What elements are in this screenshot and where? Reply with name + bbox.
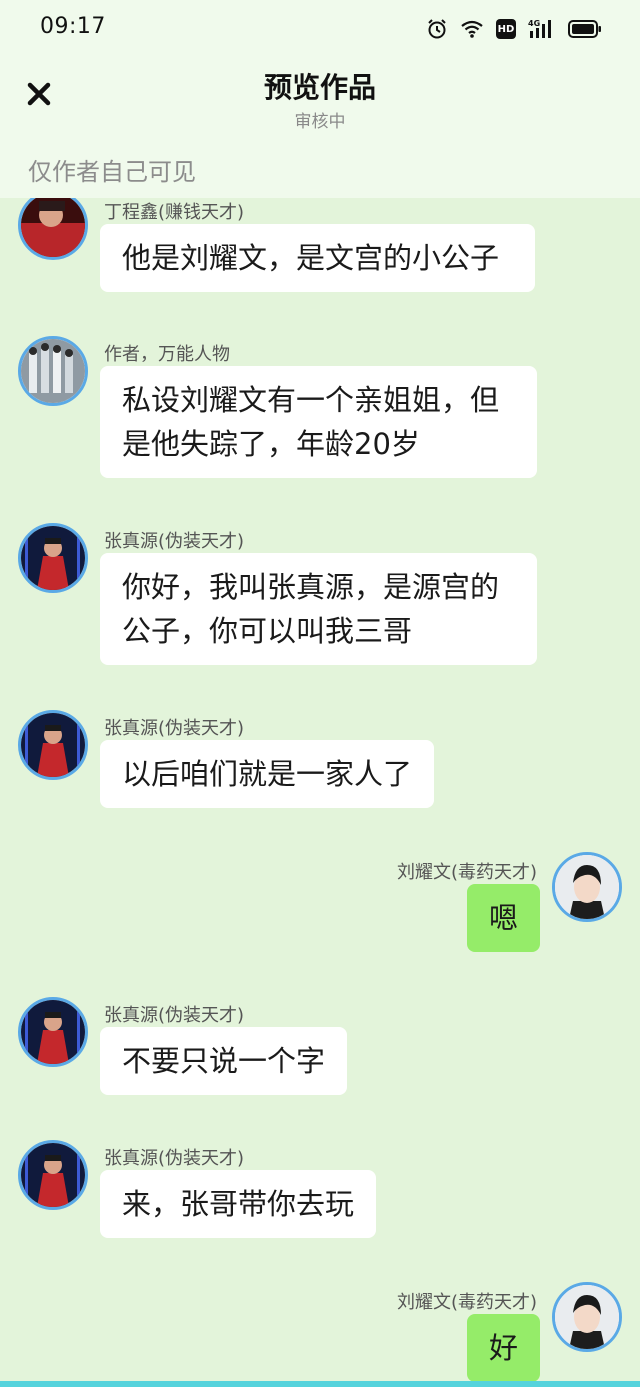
avatar[interactable]	[18, 336, 88, 406]
sender-name: 刘耀文(毒药天才)	[396, 1292, 537, 1313]
navigation-bar: 预览作品 审核中	[0, 56, 640, 136]
avatar[interactable]	[18, 997, 88, 1067]
sender-name: 作者，万能人物	[104, 344, 230, 365]
message-bubble[interactable]: 嗯	[466, 884, 540, 952]
visibility-notice: 仅作者自己可见	[28, 158, 196, 186]
message-bubble[interactable]: 私设刘耀文有一个亲姐姐，但是他失踪了，年龄20岁	[100, 366, 537, 478]
status-icons: HD 4G	[426, 16, 602, 42]
hd-icon: HD	[496, 19, 516, 39]
avatar[interactable]	[18, 710, 88, 780]
message-bubble[interactable]: 他是刘耀文，是文宫的小公子	[100, 224, 535, 292]
status-bar: 09:17 HD 4G	[0, 0, 640, 56]
page-title: 预览作品	[263, 71, 376, 104]
message-bubble[interactable]: 好	[466, 1314, 540, 1382]
message-bubble[interactable]: 来，张哥带你去玩	[100, 1170, 377, 1238]
sender-name: 张真源(伪装天才)	[104, 1005, 245, 1026]
avatar[interactable]	[18, 523, 88, 593]
bottom-accent-bar	[0, 1381, 640, 1387]
sender-name: 丁程鑫(赚钱天才)	[104, 202, 245, 223]
message-bubble[interactable]: 你好，我叫张真源，是源宫的公子，你可以叫我三哥	[100, 553, 537, 665]
message-bubble[interactable]: 不要只说一个字	[100, 1027, 348, 1095]
wifi-icon	[460, 19, 484, 39]
svg-text:4G: 4G	[528, 19, 540, 28]
battery-icon	[568, 19, 602, 39]
avatar[interactable]	[552, 852, 622, 922]
status-time: 09:17	[40, 14, 106, 39]
header-area: 09:17 HD 4G 预览作品 审核中 仅作者自己可见	[0, 0, 640, 198]
sender-name: 刘耀文(毒药天才)	[396, 862, 537, 883]
sender-name: 张真源(伪装天才)	[104, 1148, 245, 1169]
review-status: 审核中	[294, 112, 346, 132]
signal-icon: 4G	[528, 18, 556, 40]
sender-name: 张真源(伪装天才)	[104, 531, 245, 552]
avatar[interactable]	[18, 1140, 88, 1210]
avatar[interactable]	[18, 198, 88, 260]
avatar[interactable]	[552, 1282, 622, 1352]
message-bubble[interactable]: 以后咱们就是一家人了	[100, 740, 435, 808]
alarm-icon	[426, 18, 448, 40]
chat-message-list[interactable]: 丁程鑫(赚钱天才) 他是刘耀文，是文宫的小公子 作者，万能人物 私设刘耀文有一个…	[0, 198, 640, 1387]
sender-name: 张真源(伪装天才)	[104, 718, 245, 739]
